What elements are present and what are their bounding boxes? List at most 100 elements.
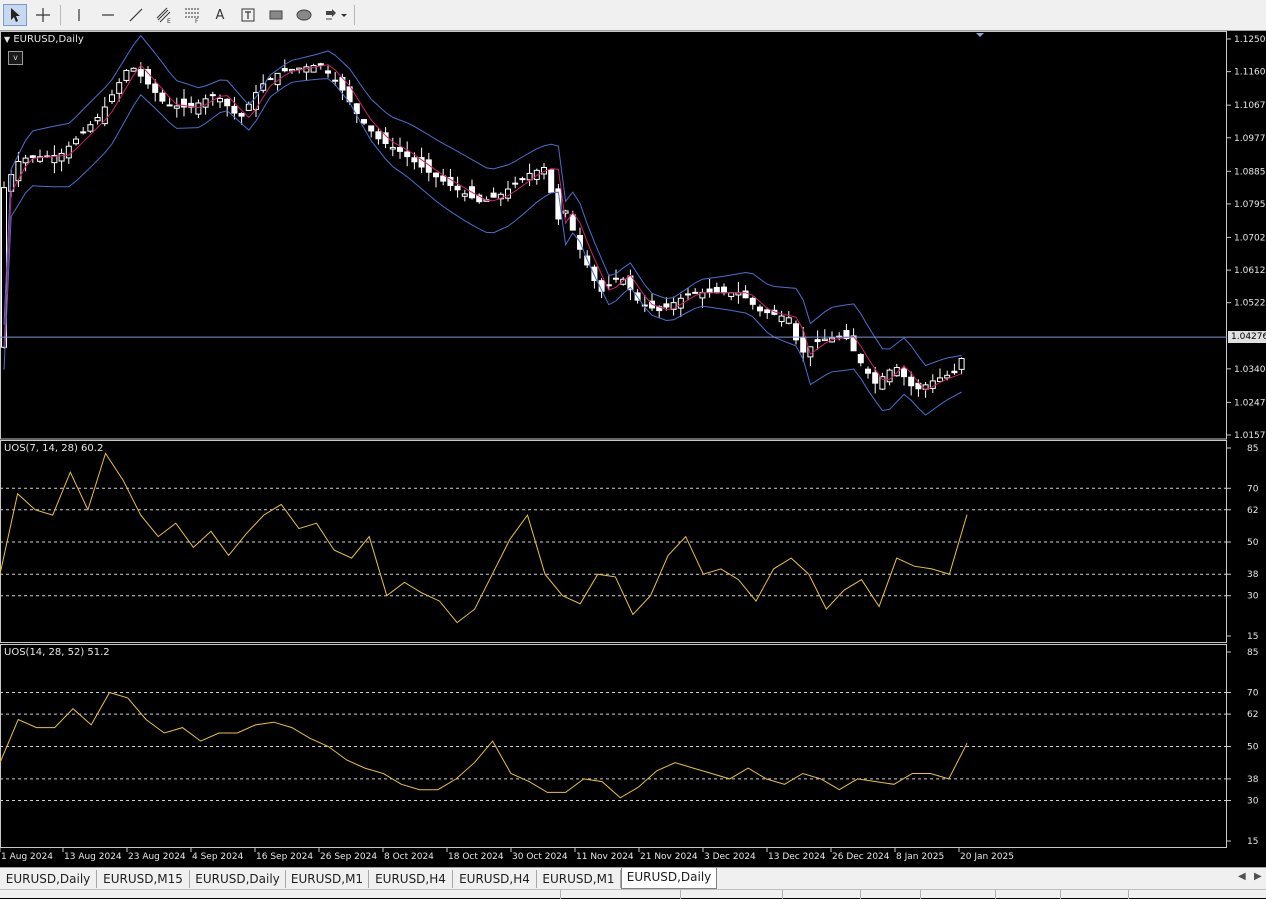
indicator1-title: UOS(7, 14, 28) 60.2 — [4, 443, 104, 454]
candle-body — [749, 297, 756, 305]
candle-body — [15, 161, 22, 182]
tab-eurusd-m1-1[interactable]: EURUSD,M1 — [286, 870, 369, 888]
time-axis-label: 11 Nov 2024 — [576, 852, 634, 862]
time-axis-label: 30 Oct 2024 — [512, 852, 568, 862]
candle-body — [814, 339, 821, 343]
candle-body — [332, 79, 339, 82]
candle-body — [461, 193, 468, 197]
candle-body — [569, 214, 576, 231]
tab-eurusd-daily-active[interactable]: EURUSD,Daily — [621, 868, 717, 889]
tab-scroll-right-icon[interactable]: ▶ — [1254, 871, 1262, 882]
candle-body — [857, 353, 864, 364]
candle-body — [512, 182, 519, 185]
price-axis-label: 1.05225 — [1234, 299, 1266, 309]
cursor-arrow-icon[interactable] — [3, 4, 27, 26]
price-axis-label: 1.09775 — [1234, 134, 1266, 144]
candle-body — [224, 98, 231, 107]
fibonacci-retracement-icon[interactable]: F — [180, 4, 204, 26]
indicator1-axis-label: 30 — [1247, 592, 1259, 602]
price-axis-label: 1.01575 — [1234, 431, 1266, 441]
candle-body — [65, 145, 72, 159]
time-axis-label: 8 Jan 2025 — [896, 852, 944, 862]
candle-body — [411, 157, 418, 163]
time-axis-label: 26 Sep 2024 — [320, 852, 377, 862]
candle-body — [73, 138, 79, 145]
candle-body — [865, 368, 871, 374]
text-icon[interactable]: A — [208, 4, 232, 26]
candle-body — [944, 374, 951, 379]
arrow-shapes-dropdown-icon[interactable] — [322, 4, 350, 26]
indicator1-axis-label: 70 — [1247, 484, 1259, 494]
chart-canvas[interactable]: 1.12500 1.11600 1.10675 1.09775 1.08850 1.079… — [0, 31, 1266, 867]
candle-body — [713, 286, 720, 294]
price-axis-label: 1.12500 — [1234, 35, 1266, 45]
candle-body — [58, 152, 65, 162]
candle-body — [116, 82, 123, 94]
indicator2-axis-label: 15 — [1247, 837, 1258, 847]
candle-body — [209, 94, 216, 97]
candle-body — [951, 370, 958, 374]
dropdown-triangle-icon[interactable]: ▼ — [4, 35, 10, 44]
candle-body — [879, 376, 886, 390]
candle-body — [217, 97, 223, 103]
candle-body — [548, 169, 555, 193]
tab-eurusd-m15[interactable]: EURUSD,M15 — [97, 870, 190, 888]
time-axis-label: 20 Jan 2025 — [960, 852, 1014, 862]
text-tool-glyph: A — [215, 7, 225, 23]
chart-symbol-label[interactable]: ▼ EURUSD,Daily — [4, 34, 84, 45]
horizontal-line-icon[interactable] — [96, 4, 120, 26]
time-axis-label: 13 Dec 2024 — [768, 852, 826, 862]
trendline-icon[interactable] — [124, 4, 148, 26]
candle-body — [202, 98, 209, 108]
tab-eurusd-daily-1[interactable]: EURUSD,Daily — [0, 870, 97, 888]
price-axis-label: 1.10675 — [1234, 101, 1266, 111]
svg-text:E: E — [167, 18, 171, 24]
rectangle-icon[interactable] — [264, 4, 288, 26]
time-axis-label: 4 Sep 2024 — [192, 852, 244, 862]
current-price-tag: 1.04276 — [1228, 331, 1266, 344]
vertical-line-icon[interactable] — [67, 4, 91, 26]
time-axis-label: 16 Sep 2024 — [256, 852, 313, 862]
candle-body — [433, 172, 439, 178]
candle-body — [137, 69, 144, 77]
indicator1-axis-label: 38 — [1247, 570, 1259, 580]
candle-body — [231, 105, 238, 114]
tab-scroll-left-icon[interactable]: ◀ — [1238, 871, 1246, 882]
candle-body — [692, 291, 699, 294]
time-axis-label: 26 Dec 2024 — [832, 852, 890, 862]
crosshair-icon[interactable] — [31, 4, 55, 26]
candle-body — [195, 102, 202, 115]
candle-body — [123, 69, 130, 81]
tab-eurusd-h4-1[interactable]: EURUSD,H4 — [369, 870, 453, 888]
candle-body — [872, 372, 879, 384]
time-axis-label: 8 Oct 2024 — [384, 852, 434, 862]
bollinger-lower-line — [3, 78, 962, 416]
tab-eurusd-h4-2[interactable]: EURUSD,H4 — [453, 870, 537, 888]
candle-body — [886, 369, 893, 383]
chart-window[interactable]: 1.12500 1.11600 1.10675 1.09775 1.08850 1.079… — [0, 31, 1266, 867]
candle-body — [800, 336, 807, 353]
candle-body — [505, 188, 511, 199]
candle-body — [958, 358, 965, 370]
chart-title: EURUSD,Daily — [13, 34, 84, 45]
tab-eurusd-daily-2[interactable]: EURUSD,Daily — [190, 870, 286, 888]
indicator2-axis-label: 62 — [1247, 710, 1258, 720]
price-axis-label: 1.06125 — [1234, 266, 1266, 276]
candle-body — [764, 309, 771, 314]
ellipse-icon[interactable] — [292, 4, 316, 26]
candle-body — [778, 315, 785, 323]
text-label-icon[interactable] — [236, 4, 260, 26]
status-bar — [0, 889, 1266, 899]
indicator1-axis-label: 85 — [1247, 444, 1258, 454]
equidistant-channel-icon[interactable]: E — [152, 4, 176, 26]
candle-body — [80, 131, 87, 134]
tab-eurusd-m1-2[interactable]: EURUSD,M1 — [537, 870, 621, 888]
price-axis-label: 1.02475 — [1234, 398, 1266, 408]
time-axis-label: 23 Aug 2024 — [128, 852, 186, 862]
candle-body — [267, 78, 274, 81]
indicator2-axis-label: 85 — [1247, 648, 1258, 658]
time-axis-label: 1 Aug 2024 — [1, 852, 53, 862]
indicator2-title: UOS(14, 28, 52) 51.2 — [4, 647, 110, 658]
candle-body — [440, 175, 447, 182]
one-click-trading-toggle[interactable]: v — [8, 51, 23, 65]
